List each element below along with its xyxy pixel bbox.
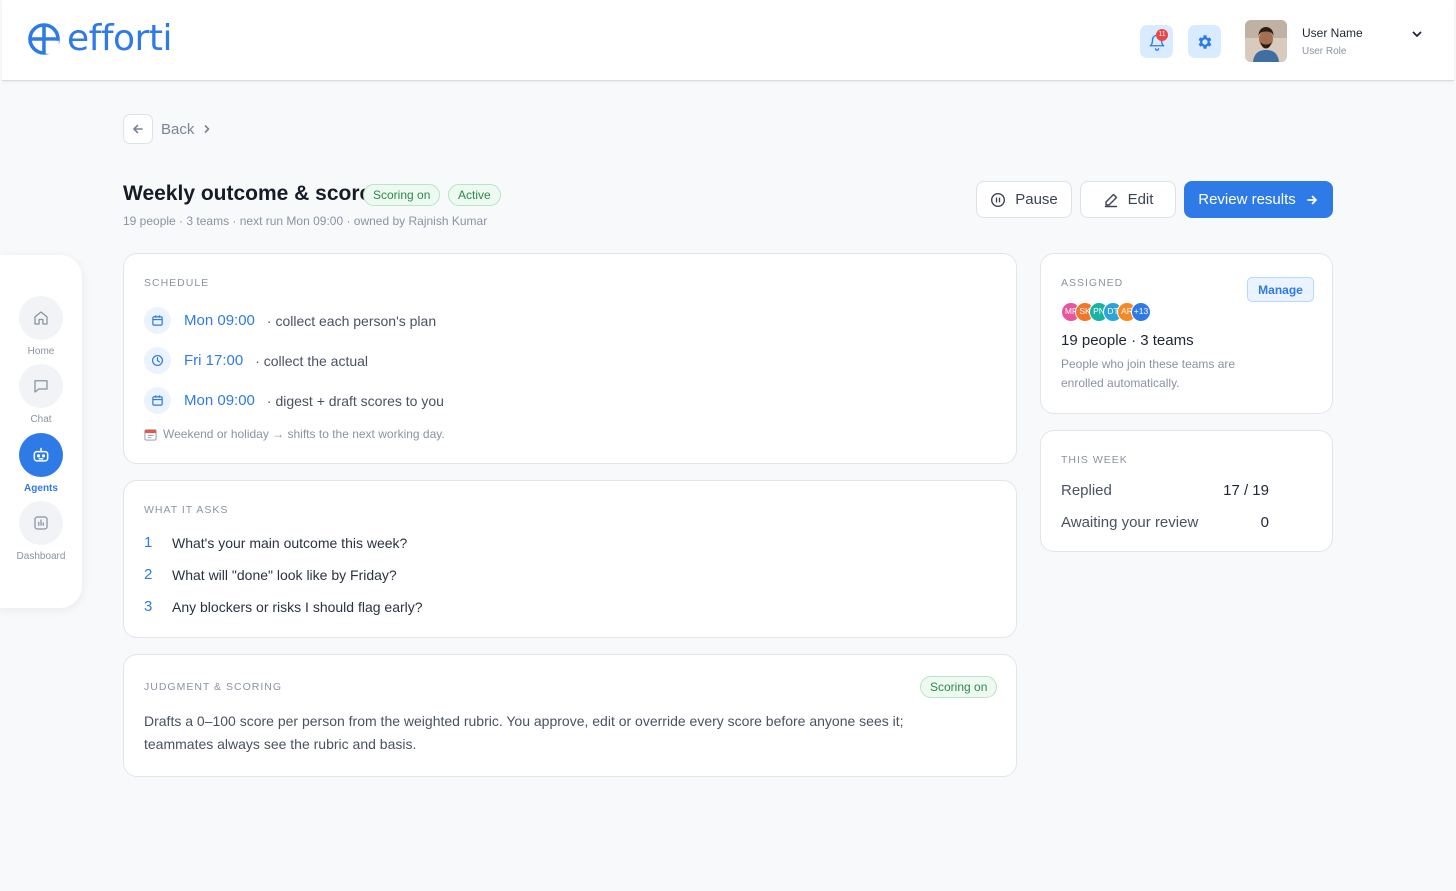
nav-item-chat[interactable]: Chat — [0, 364, 82, 425]
calendar-icon — [152, 315, 163, 326]
settings-button[interactable] — [1188, 25, 1221, 58]
brand-logo[interactable]: efforti — [27, 18, 172, 59]
home-icon — [34, 311, 48, 325]
pause-button[interactable]: Pause — [976, 181, 1072, 218]
back-button[interactable] — [123, 114, 153, 144]
schedule-card: SCHEDULE Mon 09:00 · collect each person… — [123, 253, 1017, 464]
robot-icon — [33, 447, 49, 462]
page-title: Weekly outcome & score — [123, 182, 372, 205]
judgment-heading: JUDGMENT & SCORING — [144, 681, 282, 693]
chevron-down-icon[interactable] — [1410, 27, 1424, 41]
schedule-heading: SCHEDULE — [144, 277, 210, 289]
user-avatar[interactable] — [1245, 20, 1287, 62]
schedule-description: · collect each person's plan — [266, 312, 437, 329]
calendar-icon — [152, 395, 163, 406]
questions-heading: WHAT IT ASKS — [144, 504, 229, 516]
arrow-right-icon — [1306, 195, 1317, 204]
user-photo-icon — [1245, 20, 1287, 62]
schedule-time: Mon 09:00 — [184, 312, 255, 329]
pause-icon — [991, 192, 1006, 207]
schedule-note-text: Weekend or holiday → shifts to the next … — [163, 427, 445, 441]
chat-icon — [34, 380, 48, 393]
gear-icon — [1198, 34, 1211, 49]
nav-item-agents[interactable]: Agents — [0, 433, 82, 494]
stat-awaiting-review: Awaiting your review 0 — [1061, 514, 1269, 531]
assigned-heading: ASSIGNED — [1061, 277, 1124, 289]
question-item: 3 Any blockers or risks I should flag ea… — [144, 598, 423, 615]
question-item: 1 What's your main outcome this week? — [144, 534, 407, 551]
this-week-heading: THIS WEEK — [1061, 454, 1128, 466]
active-status-badge: Active — [448, 184, 501, 206]
question-number: 3 — [144, 598, 153, 615]
scoring-status-badge: Scoring on — [920, 676, 998, 698]
page-subtitle: 19 people · 3 teams · next run Mon 09:00… — [123, 214, 488, 228]
notifications-button[interactable]: 11 — [1140, 25, 1173, 58]
judgment-card: JUDGMENT & SCORING Scoring on Drafts a 0… — [123, 654, 1017, 777]
nav-label-home: Home — [27, 346, 55, 357]
schedule-time: Fri 17:00 — [184, 352, 244, 369]
nav-label-chat: Chat — [30, 414, 52, 425]
user-role: User Role — [1302, 46, 1347, 57]
schedule-time: Mon 09:00 — [184, 392, 255, 409]
chevron-right-icon — [204, 125, 210, 133]
back-link[interactable]: Back — [161, 121, 194, 138]
questions-card: WHAT IT ASKS 1 What's your main outcome … — [123, 480, 1017, 638]
edit-label: Edit — [1127, 191, 1154, 208]
this-week-card: THIS WEEK Replied 17 / 19 Awaiting your … — [1040, 430, 1333, 552]
schedule-description: · collect the actual — [255, 352, 369, 369]
review-results-button[interactable]: Review results — [1184, 181, 1333, 218]
nav-item-dashboard[interactable]: Dashboard — [0, 501, 82, 562]
question-text: What will "done" look like by Friday? — [172, 566, 397, 583]
calendar-emoji-icon — [144, 428, 157, 441]
pause-label: Pause — [1015, 191, 1058, 208]
manage-button[interactable]: Manage — [1247, 277, 1314, 302]
stat-replied: Replied 17 / 19 — [1061, 482, 1269, 499]
schedule-row: Fri 17:00 · collect the actual — [144, 347, 368, 374]
assigned-note: People who join these teams are enrolled… — [1061, 357, 1236, 390]
schedule-note: Weekend or holiday → shifts to the next … — [144, 427, 445, 441]
notification-count-badge: 11 — [1156, 29, 1168, 41]
assigned-count: 19 people · 3 teams — [1061, 332, 1194, 349]
arrow-left-icon — [133, 124, 143, 134]
question-item: 2 What will "done" look like by Friday? — [144, 566, 397, 583]
question-number: 2 — [144, 566, 153, 583]
judgment-description: Drafts a 0–100 score per person from the… — [144, 713, 904, 752]
more-members-badge: +13 — [1131, 302, 1151, 322]
stat-value: 0 — [1260, 514, 1269, 531]
stat-value: 17 / 19 — [1223, 482, 1269, 499]
question-text: Any blockers or risks I should flag earl… — [172, 598, 423, 615]
brand-name: efforti — [67, 18, 172, 59]
schedule-row: Mon 09:00 · collect each person's plan — [144, 307, 436, 334]
edit-button[interactable]: Edit — [1080, 181, 1176, 218]
stat-label: Replied — [1061, 482, 1112, 499]
schedule-description: · digest + draft scores to you — [266, 392, 444, 409]
brand-mark-icon — [28, 23, 60, 55]
question-text: What's your main outcome this week? — [172, 534, 408, 551]
pencil-icon — [1104, 193, 1117, 207]
user-name[interactable]: User Name — [1302, 26, 1363, 40]
chart-icon — [34, 516, 48, 530]
top-bar: efforti 11 User Name User Role — [2, 0, 1454, 81]
question-number: 1 — [144, 534, 153, 551]
side-navigation: Home Chat Agents Dashboard — [0, 255, 82, 608]
nav-label-agents: Agents — [24, 483, 58, 494]
nav-item-home[interactable]: Home — [0, 296, 82, 357]
schedule-row: Mon 09:00 · digest + draft scores to you — [144, 387, 444, 414]
clock-icon — [151, 354, 164, 367]
nav-label-dashboard: Dashboard — [16, 551, 66, 562]
assigned-card: ASSIGNED Manage MF SK PN DT AR +13 19 pe… — [1040, 253, 1333, 414]
review-results-label: Review results — [1198, 191, 1296, 208]
scoring-status-badge: Scoring on — [363, 184, 441, 206]
stat-label: Awaiting your review — [1061, 514, 1199, 531]
